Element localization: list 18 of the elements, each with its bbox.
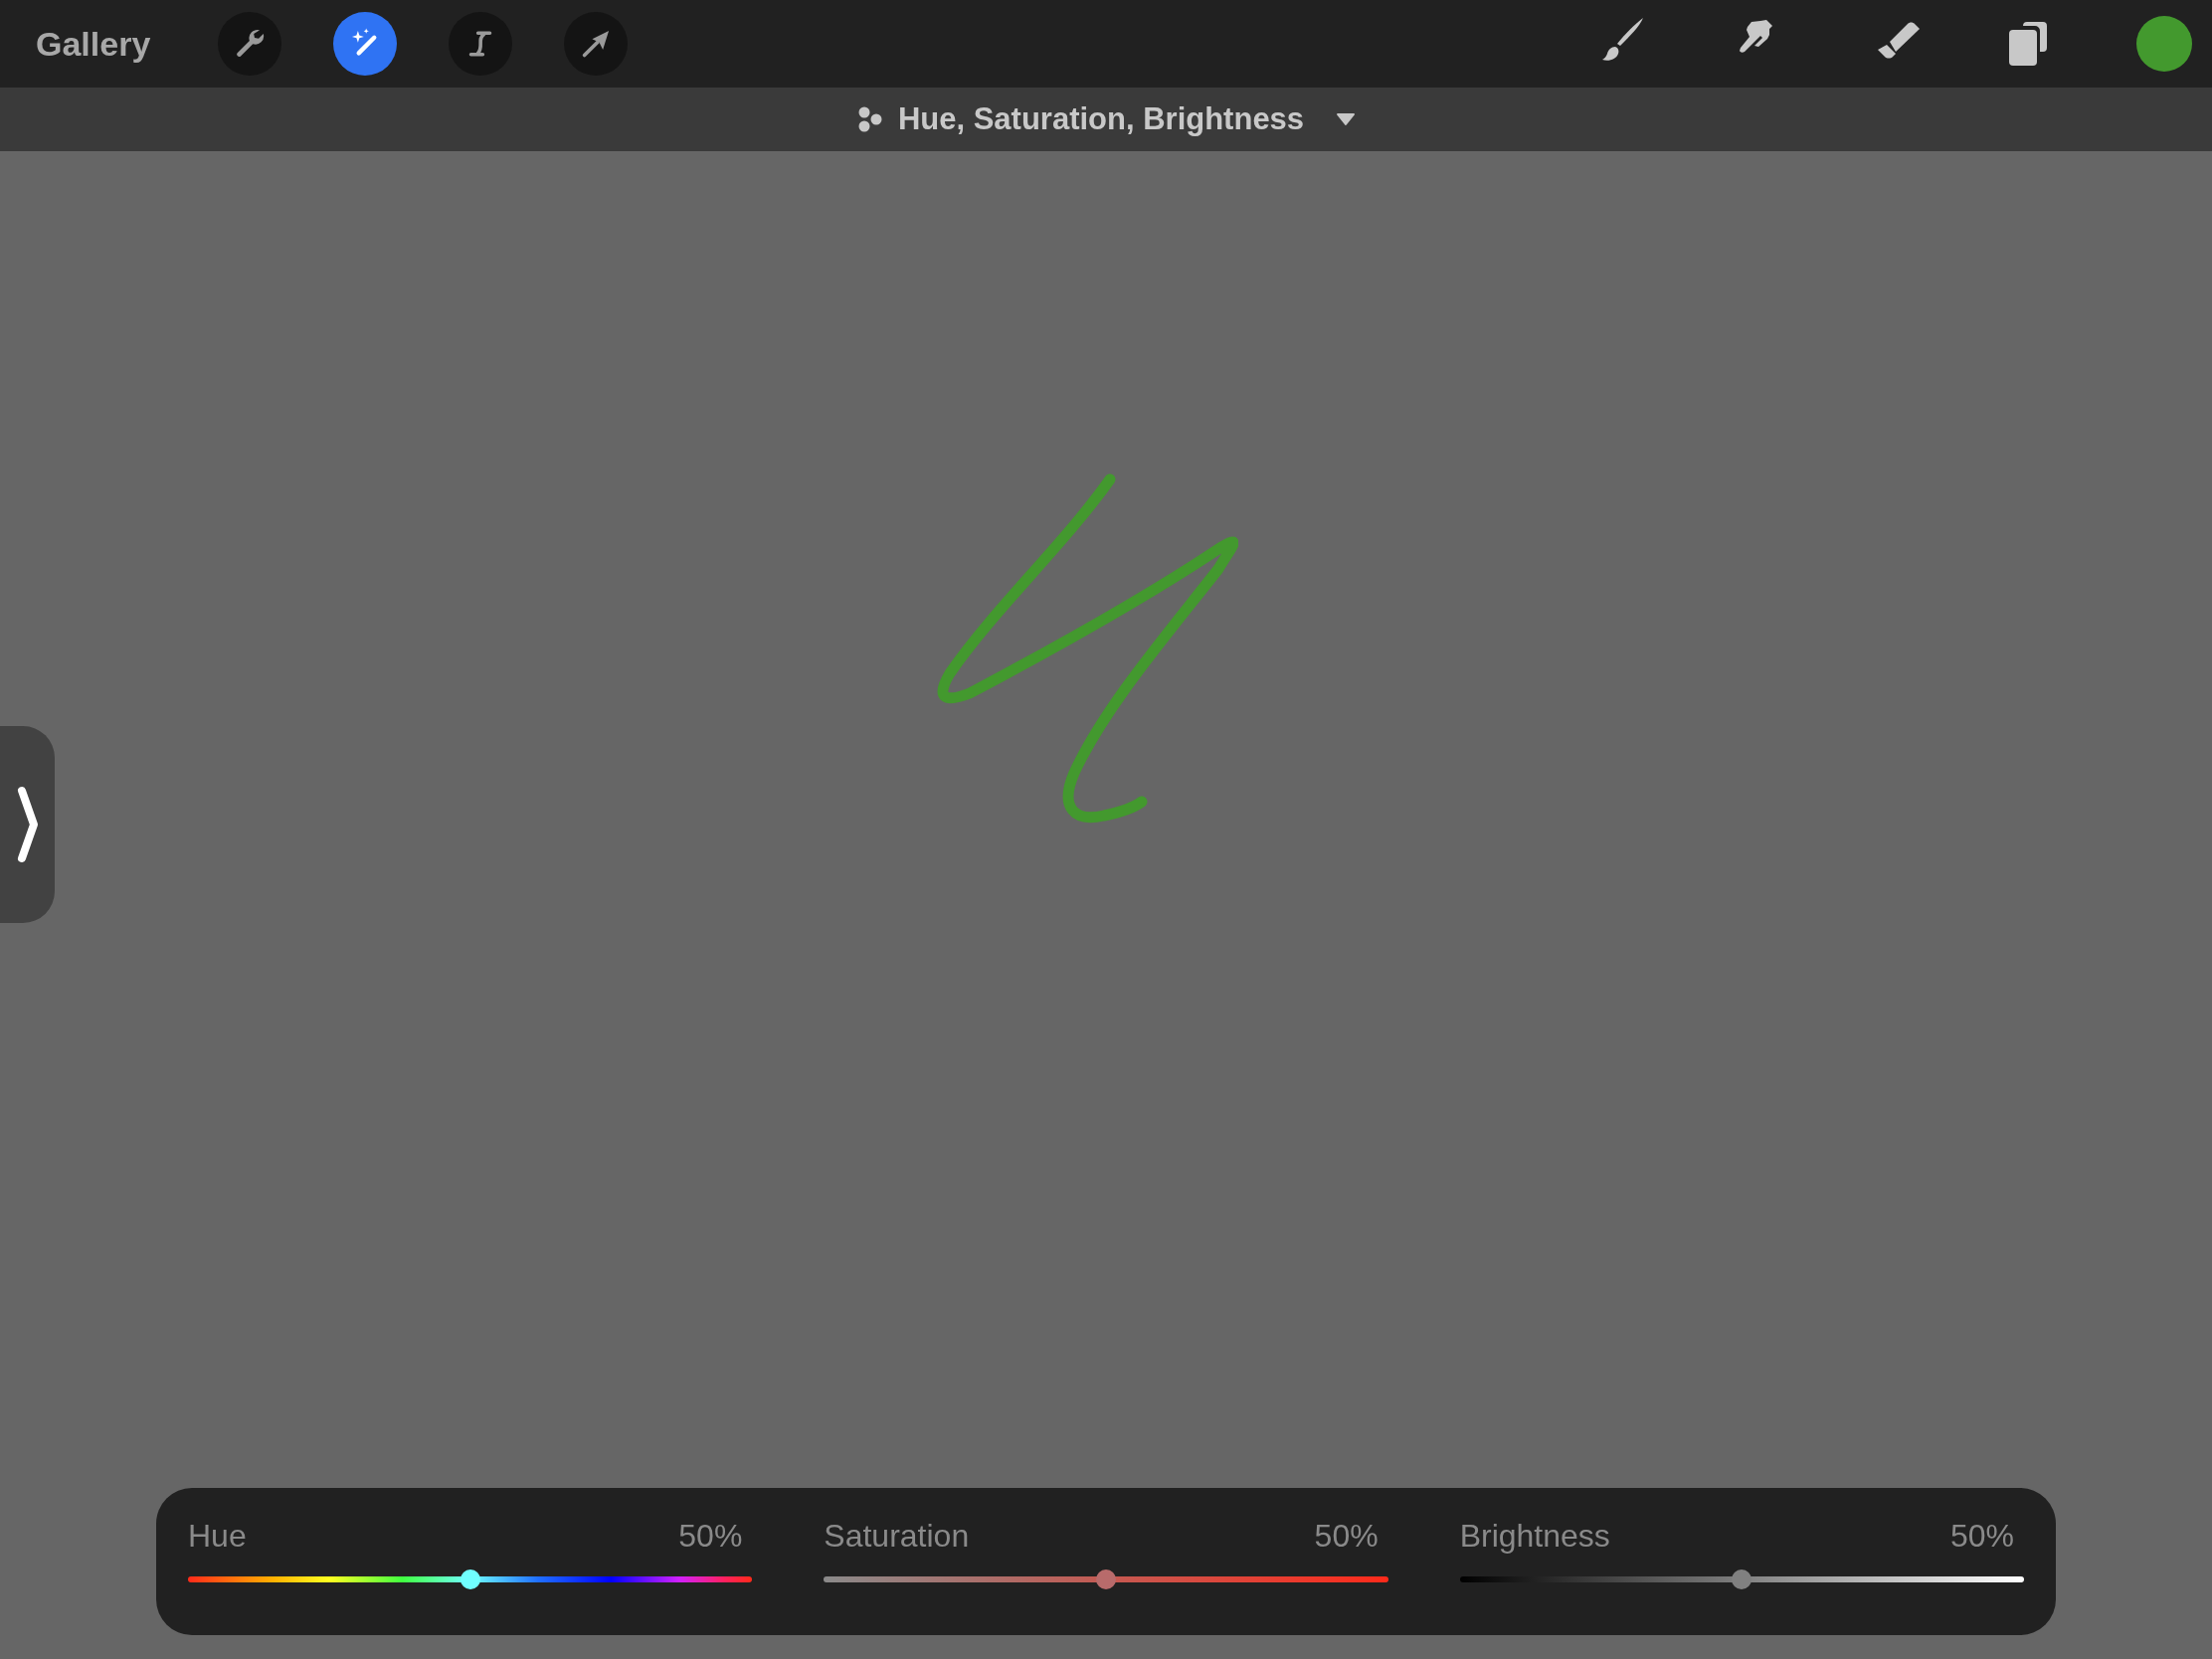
slider-label: Hue [188,1518,247,1555]
gallery-button[interactable]: Gallery [36,24,151,64]
caret-icon [1336,112,1357,126]
adjustment-menu-button[interactable]: Hue, Saturation, Brightness [855,101,1357,137]
slider-value: 50% [678,1518,743,1555]
slider-thumb[interactable] [460,1569,480,1589]
slider[interactable] [824,1569,1388,1589]
chevron-right-icon [15,785,40,864]
slider-value: 50% [1949,1518,2014,1555]
slider-value: 50% [1314,1518,1379,1555]
color-swatch[interactable] [2136,16,2192,72]
slider-thumb[interactable] [1096,1569,1116,1589]
slider-label: Saturation [824,1518,970,1555]
slider[interactable] [188,1569,753,1589]
sidebar-handle[interactable] [0,726,55,923]
slider[interactable] [1459,1569,2024,1589]
slider-label: Brightness [1459,1518,1610,1555]
slider-thumb[interactable] [1732,1569,1752,1589]
